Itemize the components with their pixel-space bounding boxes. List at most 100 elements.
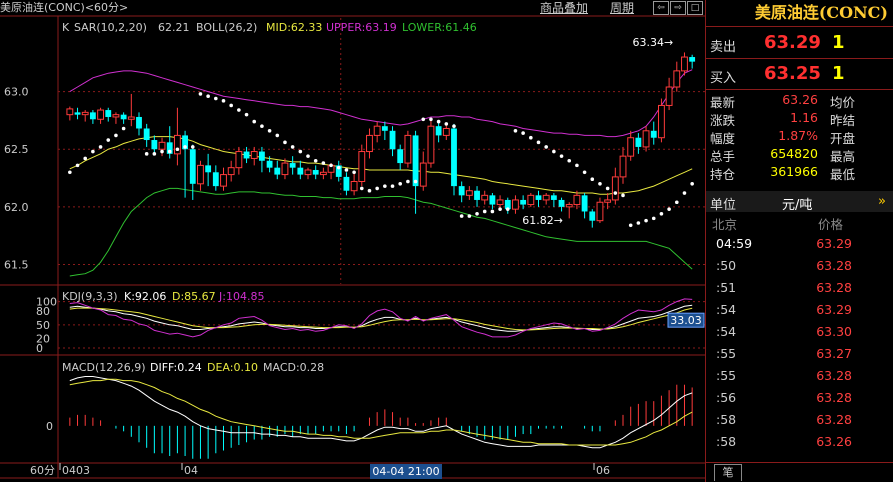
candle-body <box>665 86 673 106</box>
overlay-button[interactable]: 商品叠加 <box>540 0 588 16</box>
candle-body <box>205 165 212 173</box>
candle-body <box>220 174 227 187</box>
candle-body <box>442 127 450 136</box>
buy-label: 买入 <box>710 71 737 86</box>
quote-value: 361966 <box>770 164 818 179</box>
quote-row: 最新 63.26 均价 <box>706 92 893 110</box>
tick-row: :50 63.28 <box>706 258 893 280</box>
kdj-tick-label: 50 <box>36 319 50 332</box>
x-axis-label: 04 <box>184 464 198 477</box>
sar-dot <box>114 133 118 138</box>
sar-dot <box>344 168 349 172</box>
sar-dot <box>667 207 671 211</box>
sar-dot <box>260 124 264 128</box>
candle-body <box>373 125 381 136</box>
candle-body <box>173 134 181 155</box>
sar-dot <box>406 179 410 184</box>
sell-row[interactable]: 卖出 63.29 1 <box>706 30 893 58</box>
sar-dot <box>398 182 403 186</box>
tick-row: :55 63.27 <box>706 346 893 368</box>
candle-body <box>481 194 489 201</box>
sar-dot <box>144 152 149 156</box>
quote-key: 最新 <box>710 95 736 110</box>
macd-legend-item: DEA:0.10 <box>207 361 258 374</box>
x-axis-label: 06 <box>596 464 610 477</box>
buy-row[interactable]: 买入 63.25 1 <box>706 61 893 89</box>
period-label: 60分 <box>30 464 55 477</box>
candle-body <box>143 128 150 141</box>
quote-key: 总手 <box>710 149 736 164</box>
candle-body <box>74 112 81 115</box>
sar-dot <box>444 122 449 126</box>
sar-dot <box>283 140 287 145</box>
sar-dot <box>167 149 172 154</box>
candle-body <box>558 199 565 207</box>
candle-body <box>489 195 496 205</box>
sar-dot <box>690 182 694 186</box>
sar-dot <box>383 184 387 188</box>
candle-body <box>250 151 258 159</box>
sar-dot <box>229 103 233 108</box>
kdj-legend-item: K:92.06 <box>124 290 166 303</box>
sar-dot <box>298 149 303 154</box>
tick-price: 63.28 <box>816 390 852 405</box>
candle-body <box>381 126 388 131</box>
sar-dot <box>567 158 572 163</box>
candle-body <box>297 167 304 175</box>
price-legend-item: K <box>62 21 70 34</box>
quote-key2: 最低 <box>830 167 856 182</box>
candle-body <box>573 194 581 206</box>
candle-body <box>673 70 681 88</box>
quote-key2: 均价 <box>830 95 856 110</box>
candle-body <box>451 128 457 187</box>
candle-body <box>542 194 550 201</box>
tick-tab[interactable]: 笔 <box>714 464 742 481</box>
unit-row[interactable]: 单位 元/吨 » <box>706 191 893 213</box>
quote-table: 最新 63.26 均价 涨跌 1.16 昨结 幅度 1.87% 开盘 总手 654820 最高 持仓 36… <box>706 92 893 182</box>
sar-dot <box>498 207 502 211</box>
candle-body <box>474 190 480 200</box>
price-legend-item: 62.21 <box>158 21 190 34</box>
price-legend-item: SAR(10,2,20) <box>74 21 147 34</box>
tick-row: :56 63.28 <box>706 390 893 412</box>
candle-body <box>527 194 535 206</box>
kdj-tick-label: 80 <box>36 305 50 318</box>
sar-dot <box>529 135 533 140</box>
restore-icon[interactable]: □ <box>687 1 703 15</box>
quote-key: 持仓 <box>710 167 736 182</box>
candle-body <box>97 109 104 120</box>
expand-icon[interactable]: » <box>878 194 886 209</box>
sar-dot <box>490 209 495 214</box>
candle-body <box>105 110 112 117</box>
sar-dot <box>628 223 633 228</box>
candle-body <box>650 130 657 138</box>
tick-time: :54 <box>716 302 737 317</box>
period-button[interactable]: 周期 <box>610 0 634 16</box>
sar-dot <box>75 163 80 168</box>
macd-diff-line <box>69 376 693 449</box>
sar-dot <box>106 138 111 142</box>
tick-row: :58 63.28 <box>706 412 893 434</box>
window-title: 美原油连(CONC)<60分> <box>0 1 129 14</box>
tick-row: :58 63.26 <box>706 434 893 456</box>
candle-body <box>81 111 89 116</box>
candle-body <box>312 169 319 175</box>
sar-dot <box>329 163 333 168</box>
candle-body <box>435 126 442 136</box>
tick-time: :56 <box>716 390 737 405</box>
nav-left-icon[interactable]: ⇦ <box>653 1 669 15</box>
sar-dot <box>321 161 326 165</box>
sar-dot <box>336 165 341 170</box>
sar-dot <box>659 211 664 216</box>
nav-right-icon[interactable]: ⇨ <box>670 1 686 15</box>
sar-dot <box>605 186 610 191</box>
candle-body <box>120 114 127 120</box>
candle-body <box>258 151 265 161</box>
kline-chart[interactable]: 63.062.562.061.510080502000K SAR(10,2,20)… <box>0 0 705 482</box>
candle-body <box>689 57 696 62</box>
buy-price: 63.25 <box>764 63 821 84</box>
tick-list[interactable]: 04:59 63.29:50 63.28:51 63.28:54 63.29:54 63.… <box>706 236 893 456</box>
macd-legend-item: DIFF:0.24 <box>150 361 202 374</box>
candle-body <box>611 176 619 201</box>
tick-row: :54 63.29 <box>706 302 893 324</box>
